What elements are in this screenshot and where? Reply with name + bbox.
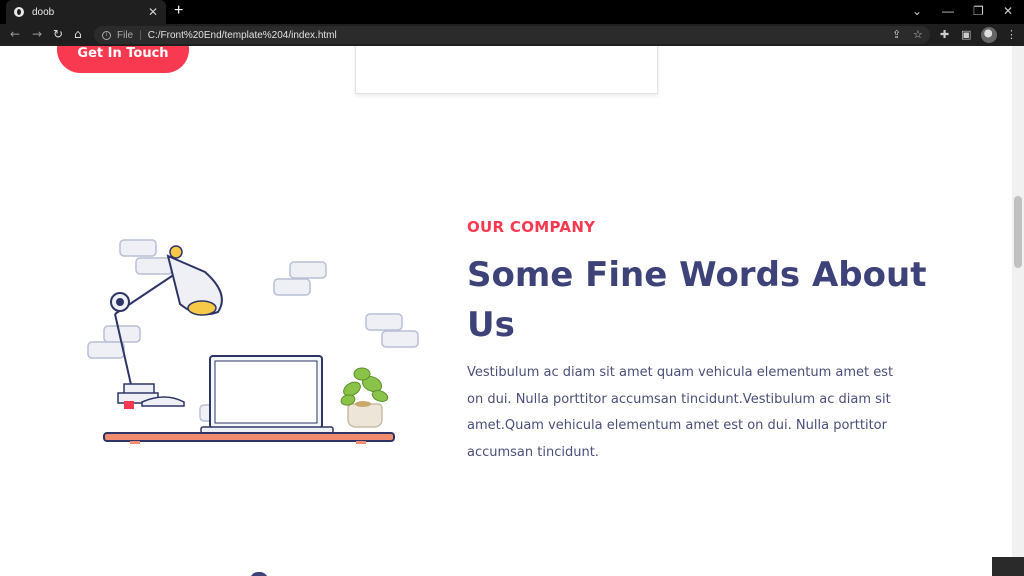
- browser-tab-bar: doob ✕ + ⌄ — ❐ ✕: [0, 0, 1024, 24]
- sidebar-icon[interactable]: ▣: [961, 28, 971, 41]
- page-scrollbar[interactable]: [1012, 46, 1024, 576]
- scrollbar-thumb[interactable]: [1014, 196, 1022, 268]
- carousel-indicator[interactable]: [250, 572, 268, 576]
- content-card: [355, 46, 658, 94]
- star-icon[interactable]: ☆: [913, 28, 923, 41]
- menu-icon[interactable]: ⋮: [1006, 28, 1017, 41]
- forward-icon[interactable]: →: [32, 27, 42, 41]
- address-url[interactable]: C:/Front%20End/template%204/index.html: [148, 30, 337, 41]
- info-icon[interactable]: i: [102, 30, 111, 40]
- close-window-icon[interactable]: ✕: [1003, 4, 1013, 18]
- address-bar[interactable]: i File | C:/Front%20End/template%204/ind…: [94, 26, 930, 44]
- extensions-icon[interactable]: ✚: [940, 28, 949, 41]
- tab-close-icon[interactable]: ✕: [148, 5, 158, 19]
- address-file-label: File: [117, 29, 134, 41]
- section-kicker: OUR COMPANY: [467, 218, 596, 236]
- globe-icon: [14, 7, 24, 17]
- section-body-text: Vestibulum ac diam sit amet quam vehicul…: [467, 365, 894, 460]
- new-tab-button[interactable]: +: [174, 2, 183, 20]
- restore-icon[interactable]: ❐: [973, 4, 984, 18]
- tab-search-icon[interactable]: ⌄: [912, 4, 922, 18]
- browser-toolbar: ← → ↻ ⌂ i File | C:/Front%20End/template…: [0, 24, 1024, 46]
- share-icon[interactable]: ⇪: [892, 28, 901, 41]
- get-in-touch-button[interactable]: Get In Touch: [57, 46, 189, 73]
- workspace-illustration: [87, 239, 419, 444]
- address-separator: |: [139, 29, 142, 41]
- section-heading: Some Fine Words About Us: [467, 255, 927, 345]
- home-icon[interactable]: ⌂: [74, 27, 82, 41]
- profile-avatar[interactable]: [981, 27, 997, 43]
- back-icon[interactable]: ←: [10, 27, 20, 41]
- minimize-icon[interactable]: —: [942, 4, 954, 18]
- reload-icon[interactable]: ↻: [53, 27, 63, 41]
- browser-tab[interactable]: doob ✕: [6, 0, 166, 24]
- tab-title: doob: [32, 6, 55, 18]
- floating-widget[interactable]: [992, 557, 1024, 576]
- page-viewport: Get In Touch OUR COMPANY Some Fine Words…: [0, 46, 1012, 576]
